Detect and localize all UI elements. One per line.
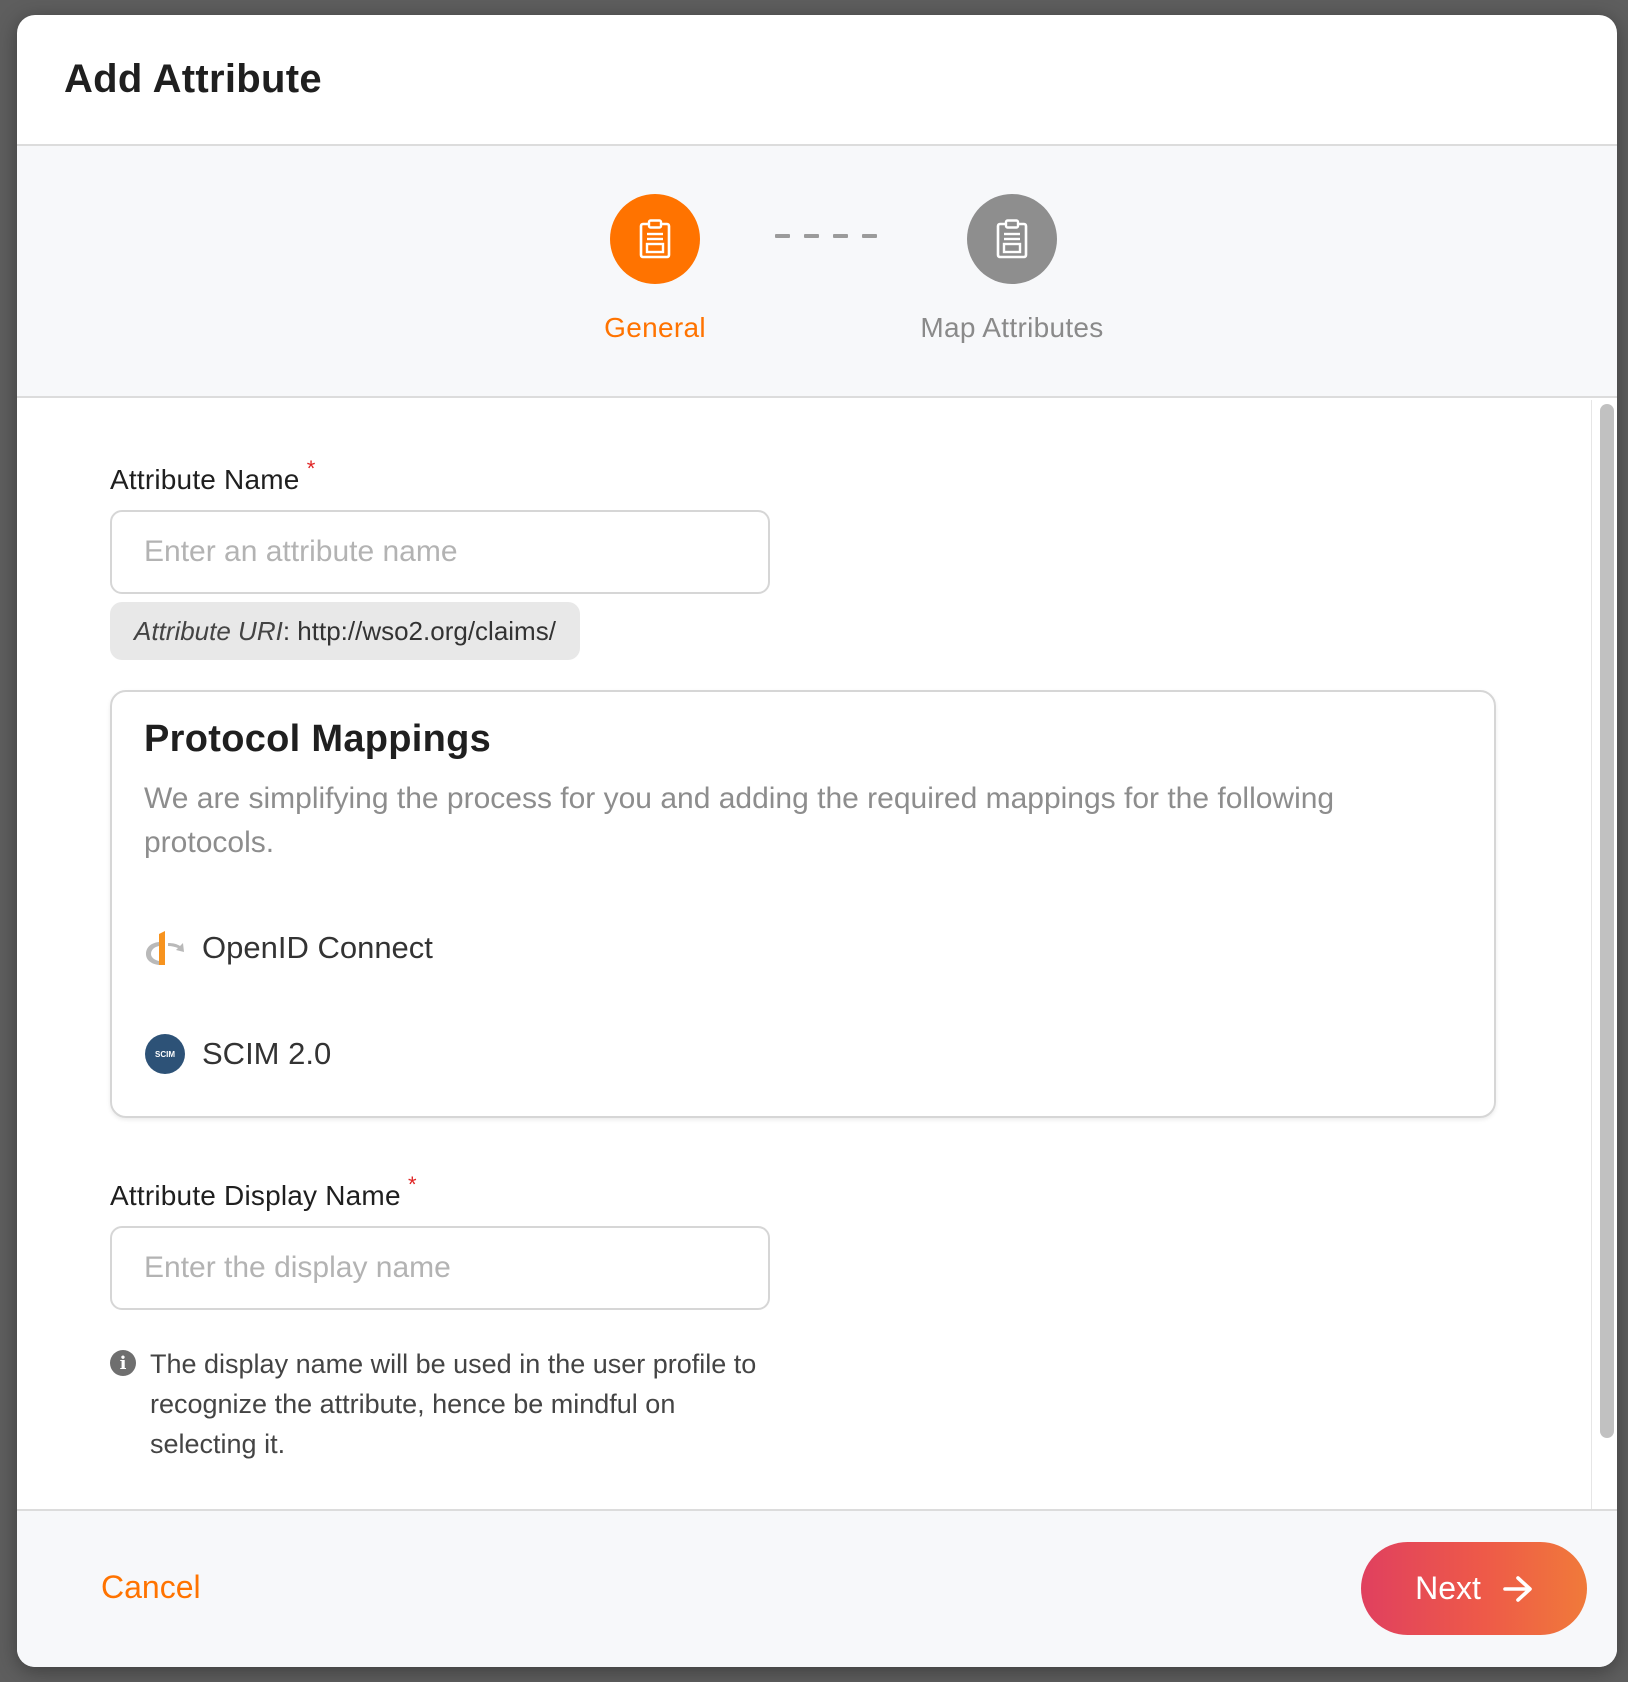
modal-footer: Cancel Next: [17, 1509, 1617, 1667]
scim-badge: SCIM: [145, 1034, 185, 1074]
protocol-item-scim: SCIM SCIM 2.0: [144, 1033, 1462, 1075]
modal-content: Attribute Name * Attribute URI: http://w…: [17, 400, 1591, 1522]
scim-icon: SCIM: [144, 1033, 186, 1075]
content-scrollbar[interactable]: [1591, 400, 1617, 1522]
attribute-name-group: Attribute Name * Attribute URI: http://w…: [110, 456, 1591, 660]
protocol-mappings-title: Protocol Mappings: [144, 718, 492, 760]
clipboard-icon: [639, 219, 671, 259]
step-general: General: [525, 194, 785, 344]
required-mark: *: [407, 1172, 417, 1197]
step-map-attributes-label: Map Attributes: [920, 312, 1104, 343]
modal-title: Add Attribute: [64, 57, 322, 101]
scrollbar-thumb[interactable]: [1600, 404, 1614, 1438]
attribute-name-input[interactable]: [110, 510, 770, 594]
attribute-uri-separator: :: [282, 616, 291, 646]
step-map-attributes-circle: [967, 194, 1057, 284]
attribute-name-label: Attribute Name *: [110, 456, 315, 496]
display-name-label-text: Attribute Display Name: [110, 1180, 401, 1211]
protocol-mappings-card: Protocol Mappings We are simplifying the…: [110, 690, 1496, 1118]
display-name-input[interactable]: [110, 1226, 770, 1310]
wizard-stepper: General Map Attributes: [17, 146, 1617, 398]
protocol-mappings-description: We are simplifying the process for you a…: [144, 782, 1335, 859]
step-general-circle: [610, 194, 700, 284]
clipboard-icon: [996, 219, 1028, 259]
protocol-name: OpenID Connect: [202, 930, 433, 965]
display-name-hint: i The display name will be used in the u…: [110, 1344, 770, 1464]
step-map-attributes: Map Attributes: [882, 194, 1142, 344]
add-attribute-modal: Add Attribute General Map Attributes Att…: [17, 15, 1617, 1667]
protocol-item-openid-connect: OpenID Connect: [144, 927, 1462, 969]
display-name-group: Attribute Display Name * i The display n…: [110, 1172, 1591, 1464]
attribute-uri-value: http://wso2.org/claims/: [290, 616, 556, 646]
attribute-uri-chip: Attribute URI: http://wso2.org/claims/: [110, 602, 580, 660]
info-icon: i: [110, 1350, 136, 1376]
protocol-name: SCIM 2.0: [202, 1036, 332, 1071]
openid-icon: [144, 927, 186, 969]
attribute-name-label-text: Attribute Name: [110, 464, 300, 495]
display-name-label: Attribute Display Name *: [110, 1172, 417, 1212]
step-general-label: General: [604, 312, 706, 343]
step-connector: [775, 234, 877, 238]
next-button-label: Next: [1415, 1570, 1481, 1606]
display-name-hint-text: The display name will be used in the use…: [150, 1349, 757, 1459]
next-button[interactable]: Next: [1361, 1542, 1587, 1635]
modal-header: Add Attribute: [17, 15, 1617, 146]
required-mark: *: [306, 456, 316, 481]
attribute-uri-prefix: Attribute URI: [134, 616, 283, 646]
arrow-right-icon: [1503, 1575, 1532, 1602]
cancel-button[interactable]: Cancel: [101, 1569, 201, 1606]
